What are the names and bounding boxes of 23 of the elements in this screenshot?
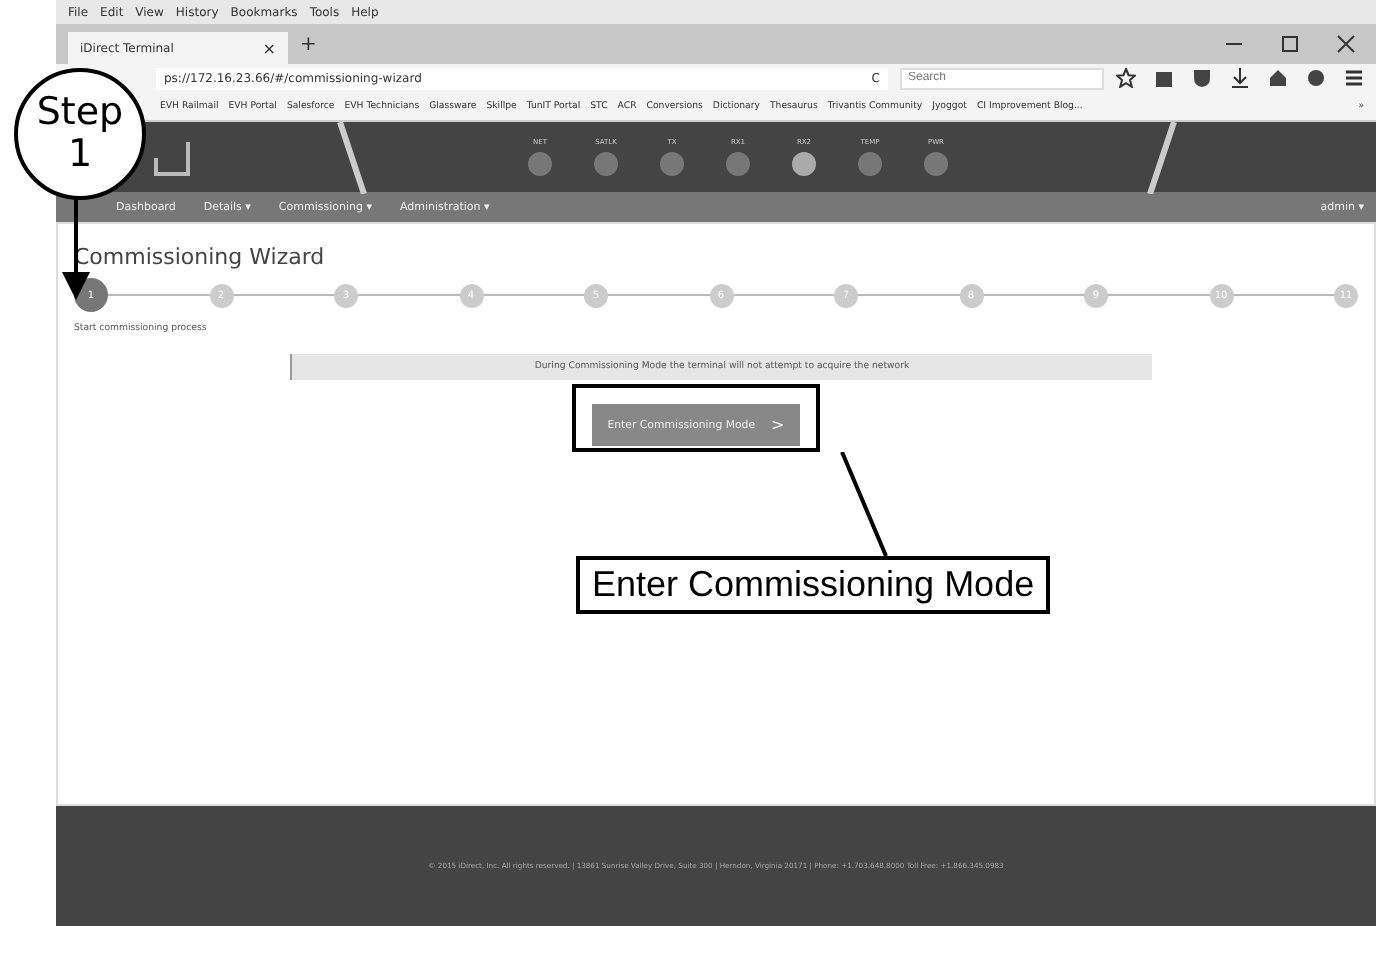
new-tab-button[interactable]: + bbox=[300, 33, 317, 55]
close-icon[interactable] bbox=[1336, 34, 1356, 54]
menu-icon[interactable] bbox=[1344, 68, 1364, 88]
step-connector bbox=[233, 294, 334, 296]
home-icon[interactable] bbox=[1268, 68, 1288, 88]
step-connector bbox=[483, 294, 584, 296]
step-connector bbox=[108, 294, 209, 296]
step-connector bbox=[733, 294, 834, 296]
step-connector bbox=[858, 294, 959, 296]
download-icon[interactable] bbox=[1230, 68, 1250, 88]
maximize-icon[interactable] bbox=[1280, 34, 1300, 54]
leader-line bbox=[840, 452, 888, 556]
page-title: Commissioning Wizard bbox=[74, 244, 327, 270]
star-icon[interactable] bbox=[1116, 68, 1136, 88]
shield-icon[interactable] bbox=[1192, 68, 1212, 88]
step-connector bbox=[608, 294, 709, 296]
step-connector bbox=[983, 294, 1084, 296]
step-connector bbox=[1108, 294, 1209, 296]
step-connector bbox=[358, 294, 459, 296]
close-tab-button[interactable]: × bbox=[262, 39, 276, 57]
step-callout: Step 1 bbox=[14, 68, 146, 200]
step-connector bbox=[1233, 294, 1334, 296]
button-callout: Enter Commissioning Mode bbox=[576, 556, 1051, 614]
